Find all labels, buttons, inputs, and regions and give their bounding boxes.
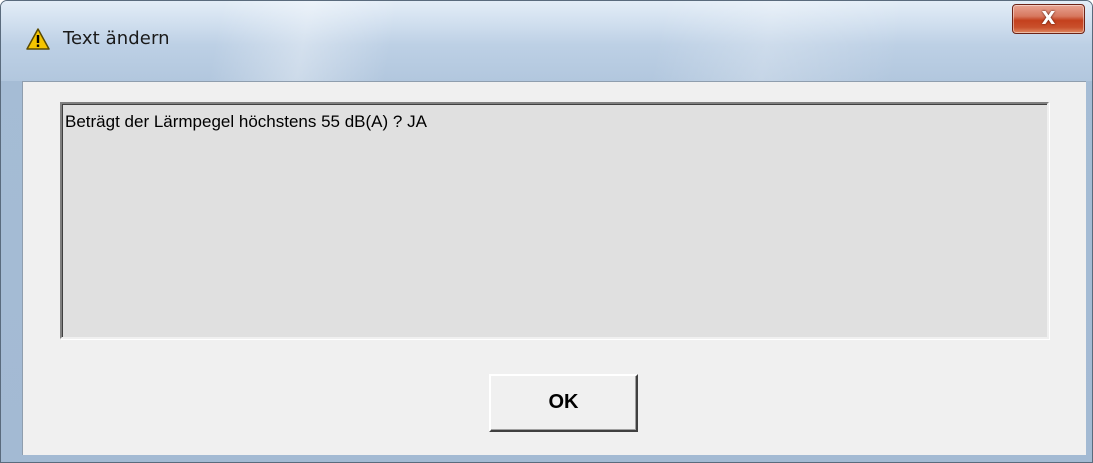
message-textbox[interactable]: Beträgt der Lärmpegel höchstens 55 dB(A)… — [60, 102, 1049, 339]
dialog-body: Beträgt der Lärmpegel höchstens 55 dB(A)… — [22, 81, 1086, 455]
close-button[interactable]: X — [1012, 4, 1085, 34]
ok-button[interactable]: OK — [489, 374, 638, 432]
warning-icon — [26, 28, 50, 50]
window-title: Text ändern — [63, 28, 170, 49]
close-icon: X — [1041, 8, 1056, 29]
message-text: Beträgt der Lärmpegel höchstens 55 dB(A)… — [65, 112, 427, 131]
ok-button-label: OK — [548, 391, 579, 413]
title-bar[interactable]: Text ändern X — [1, 1, 1092, 81]
dialog-window: Text ändern X Beträgt der Lärmpegel höch… — [0, 0, 1093, 463]
